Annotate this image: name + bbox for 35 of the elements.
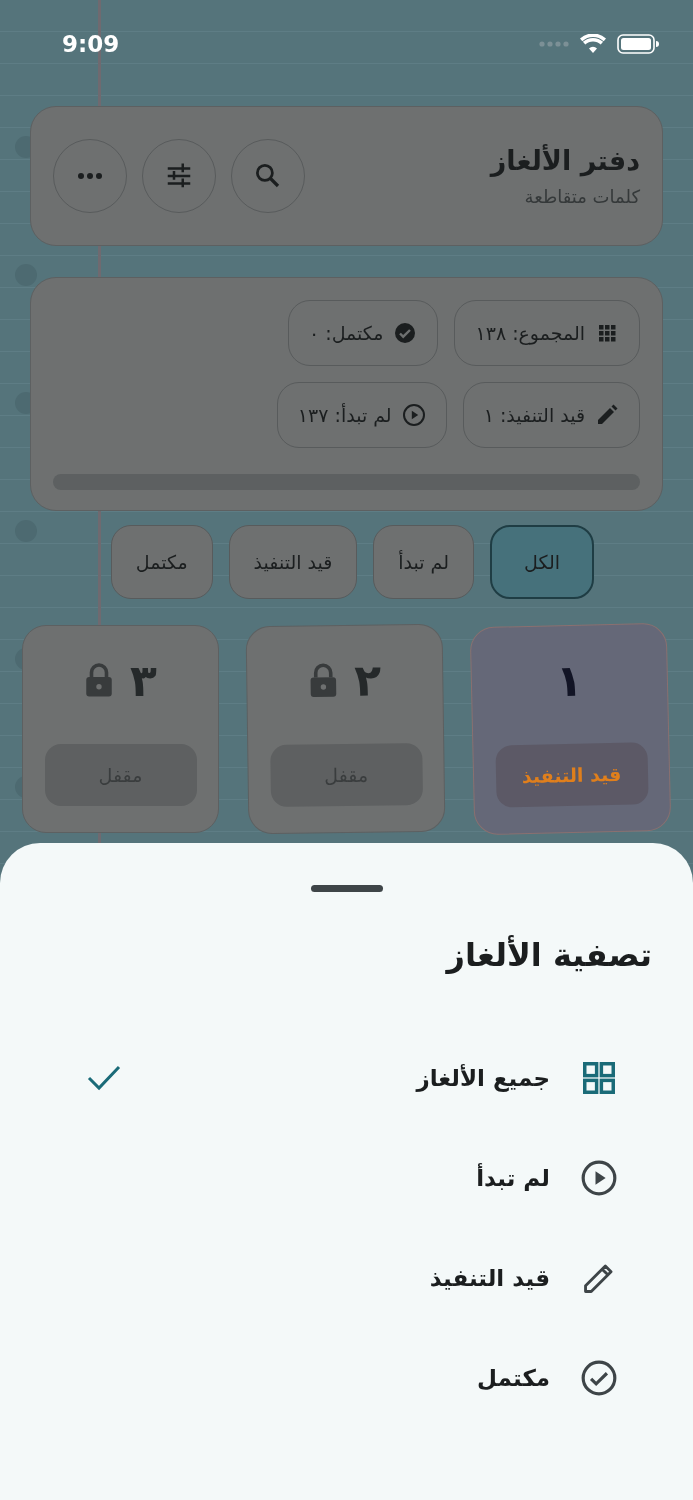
check-circle-icon	[393, 321, 418, 345]
status-pill: قيد التنفيذ	[494, 742, 649, 808]
filter-option[interactable]: قيد التنفيذ	[0, 1228, 693, 1328]
wifi-icon	[579, 34, 607, 54]
battery-icon	[617, 34, 659, 54]
stat-chip: لم تبدأ: ١٣٧	[276, 382, 447, 448]
puzzle-card[interactable]: ١ قيد التنفيذ	[469, 622, 672, 836]
puzzle-number: ٢	[354, 654, 382, 706]
stat-chip: قيد التنفيذ: ١	[462, 382, 640, 448]
play-circle-icon	[401, 403, 426, 427]
filter-tab[interactable]: لم تبدأ	[373, 525, 475, 599]
filter-option[interactable]: جميع الألغاز	[0, 1028, 693, 1128]
stat-chip: مكتمل: ٠	[288, 300, 439, 366]
filter-tab[interactable]: قيد التنفيذ	[228, 525, 358, 599]
app-subtitle: كلمات متقاطعة	[523, 186, 640, 207]
play-circle-icon	[580, 1159, 618, 1197]
puzzle-number: ١	[555, 654, 584, 706]
app-title: دفتر الألغاز	[490, 145, 640, 176]
sheet-title: تصفية الألغاز	[444, 936, 652, 974]
puzzle-number: ٣	[130, 654, 157, 706]
grid-icon	[580, 1059, 618, 1097]
filter-tab[interactable]: مكتمل	[110, 525, 213, 599]
filter-option[interactable]: مكتمل	[0, 1328, 693, 1428]
lock-icon	[84, 662, 115, 698]
status-time: 9:09	[62, 31, 120, 57]
signal-icon	[539, 41, 569, 47]
check-icon	[86, 1063, 122, 1093]
filter-tab[interactable]: الكل	[490, 525, 594, 599]
lock-icon	[308, 662, 339, 699]
stat-chip: المجموع: ١٣٨	[454, 300, 640, 366]
sheet-handle[interactable]	[310, 885, 383, 892]
pencil-icon	[595, 403, 619, 427]
check-circle-outline-icon	[580, 1359, 618, 1397]
more-icon	[77, 172, 103, 180]
filter-option[interactable]: لم تبدأ	[0, 1128, 693, 1228]
